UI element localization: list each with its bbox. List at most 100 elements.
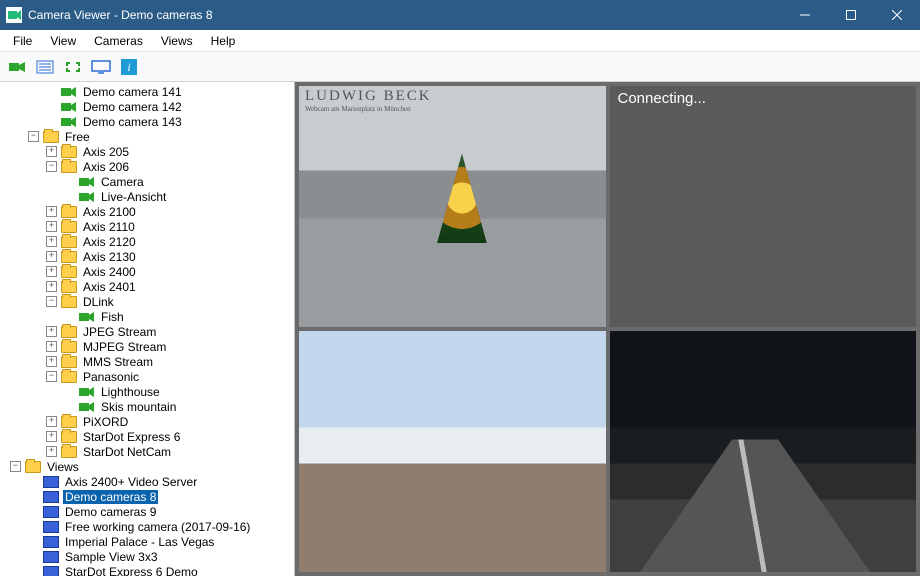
- expand-icon[interactable]: +: [46, 326, 57, 337]
- expand-icon[interactable]: +: [46, 221, 57, 232]
- folder-icon: [61, 206, 77, 218]
- tree-item[interactable]: Sample View 3x3: [0, 549, 294, 564]
- folder-icon: [61, 341, 77, 353]
- folder-icon: [61, 236, 77, 248]
- tree-item-label: Demo camera 141: [81, 85, 184, 99]
- expand-icon[interactable]: +: [46, 431, 57, 442]
- expand-icon[interactable]: +: [46, 341, 57, 352]
- camera-cell-3[interactable]: [299, 331, 606, 572]
- tree-item[interactable]: −Panasonic: [0, 369, 294, 384]
- close-button[interactable]: [874, 0, 920, 30]
- maximize-button[interactable]: [828, 0, 874, 30]
- folder-icon: [61, 326, 77, 338]
- tree-item[interactable]: +Axis 2400: [0, 264, 294, 279]
- tree-item[interactable]: + JPEG Stream: [0, 324, 294, 339]
- toolbar-monitor-button[interactable]: [88, 55, 114, 79]
- menu-views[interactable]: Views: [152, 32, 202, 50]
- tree-item-label: JPEG Stream: [81, 325, 158, 339]
- toolbar-info-button[interactable]: i: [116, 55, 142, 79]
- tree-item[interactable]: −Free: [0, 129, 294, 144]
- tree-item[interactable]: + StarDot Express 6: [0, 429, 294, 444]
- tree-item[interactable]: +Axis 2100: [0, 204, 294, 219]
- toolbar-list-button[interactable]: [32, 55, 58, 79]
- tree-item[interactable]: +MJPEG Stream: [0, 339, 294, 354]
- view-icon: [43, 506, 59, 518]
- tree-item[interactable]: Skis mountain: [0, 399, 294, 414]
- tree-item-label: StarDot Express 6: [81, 430, 182, 444]
- expand-icon[interactable]: +: [46, 416, 57, 427]
- tree-item[interactable]: Demo cameras 9: [0, 504, 294, 519]
- tree-item[interactable]: +PiXORD: [0, 414, 294, 429]
- tree-item-label: Axis 2110: [81, 220, 137, 234]
- tree-item[interactable]: Axis 2400+ Video Server: [0, 474, 294, 489]
- tree-item[interactable]: Demo cameras 8: [0, 489, 294, 504]
- menu-help[interactable]: Help: [202, 32, 245, 50]
- minimize-button[interactable]: [782, 0, 828, 30]
- expand-icon[interactable]: +: [46, 281, 57, 292]
- expand-icon[interactable]: +: [46, 251, 57, 262]
- collapse-icon[interactable]: −: [46, 296, 57, 307]
- tree-item[interactable]: Lighthouse: [0, 384, 294, 399]
- tree-item[interactable]: +StarDot NetCam: [0, 444, 294, 459]
- tree-item-label: MMS Stream: [81, 355, 155, 369]
- tree-item-label: Axis 2401: [81, 280, 138, 294]
- tree-item[interactable]: −DLink: [0, 294, 294, 309]
- tree-item-label: Skis mountain: [99, 400, 178, 414]
- menubar: File View Cameras Views Help: [0, 30, 920, 52]
- folder-icon: [61, 146, 77, 158]
- tree-item-label: Free working camera (2017-09-16): [63, 520, 252, 534]
- tree-item[interactable]: +Axis 2120: [0, 234, 294, 249]
- tree-item[interactable]: StarDot Express 6 Demo: [0, 564, 294, 576]
- expand-icon[interactable]: +: [46, 446, 57, 457]
- expand-icon[interactable]: +: [46, 206, 57, 217]
- camera-cell-4[interactable]: [610, 331, 917, 572]
- menu-cameras[interactable]: Cameras: [85, 32, 152, 50]
- folder-icon: [61, 296, 77, 308]
- tree-item[interactable]: Demo camera 142: [0, 99, 294, 114]
- tree-item[interactable]: −Views: [0, 459, 294, 474]
- connecting-label: Connecting...: [618, 90, 706, 107]
- tree-item[interactable]: Fish: [0, 309, 294, 324]
- tree-item[interactable]: + Axis 205: [0, 144, 294, 159]
- collapse-icon[interactable]: −: [10, 461, 21, 472]
- expand-icon[interactable]: +: [46, 146, 57, 157]
- camera-cell-1[interactable]: LUDWIG BECK Webcam am Marienplatz in Mün…: [299, 86, 606, 327]
- tree-item[interactable]: Demo camera 143: [0, 114, 294, 129]
- tree-item[interactable]: + Axis 2110: [0, 219, 294, 234]
- tree-item[interactable]: + MMS Stream: [0, 354, 294, 369]
- folder-icon: [25, 461, 41, 473]
- tree-pane[interactable]: Demo camera 141Demo camera 142Demo camer…: [0, 82, 295, 576]
- tree-item[interactable]: +Axis 2130: [0, 249, 294, 264]
- tree-item[interactable]: + Axis 2401: [0, 279, 294, 294]
- folder-icon: [61, 251, 77, 263]
- tree-item-label: Axis 2400+ Video Server: [63, 475, 199, 489]
- tree-item[interactable]: Live-Ansicht: [0, 189, 294, 204]
- camera-grid: LUDWIG BECK Webcam am Marienplatz in Mün…: [295, 82, 920, 576]
- menu-file[interactable]: File: [4, 32, 41, 50]
- tree-item[interactable]: Camera: [0, 174, 294, 189]
- tree-item-label: Axis 205: [81, 145, 131, 159]
- toolbar-fullscreen-button[interactable]: [60, 55, 86, 79]
- collapse-icon[interactable]: −: [28, 131, 39, 142]
- tree-item-label: StarDot Express 6 Demo: [63, 565, 200, 576]
- camera-cell-2[interactable]: Connecting...: [610, 86, 917, 327]
- window-controls: [782, 0, 920, 30]
- menu-view[interactable]: View: [41, 32, 85, 50]
- tree-item-label: Demo camera 142: [81, 100, 184, 114]
- toolbar-camera-button[interactable]: [4, 55, 30, 79]
- tree-item[interactable]: −Axis 206: [0, 159, 294, 174]
- tree-item-label: Demo camera 143: [81, 115, 184, 129]
- collapse-icon[interactable]: −: [46, 161, 57, 172]
- expand-icon[interactable]: +: [46, 236, 57, 247]
- view-icon: [43, 521, 59, 533]
- tree-item[interactable]: Demo camera 141: [0, 84, 294, 99]
- camera-icon: [61, 101, 77, 113]
- view-icon: [43, 566, 59, 576]
- collapse-icon[interactable]: −: [46, 371, 57, 382]
- tree-item-label: Demo cameras 8: [63, 490, 158, 504]
- tree-item[interactable]: Imperial Palace - Las Vegas: [0, 534, 294, 549]
- expand-icon[interactable]: +: [46, 356, 57, 367]
- camera-icon: [79, 176, 95, 188]
- tree-item[interactable]: Free working camera (2017-09-16): [0, 519, 294, 534]
- expand-icon[interactable]: +: [46, 266, 57, 277]
